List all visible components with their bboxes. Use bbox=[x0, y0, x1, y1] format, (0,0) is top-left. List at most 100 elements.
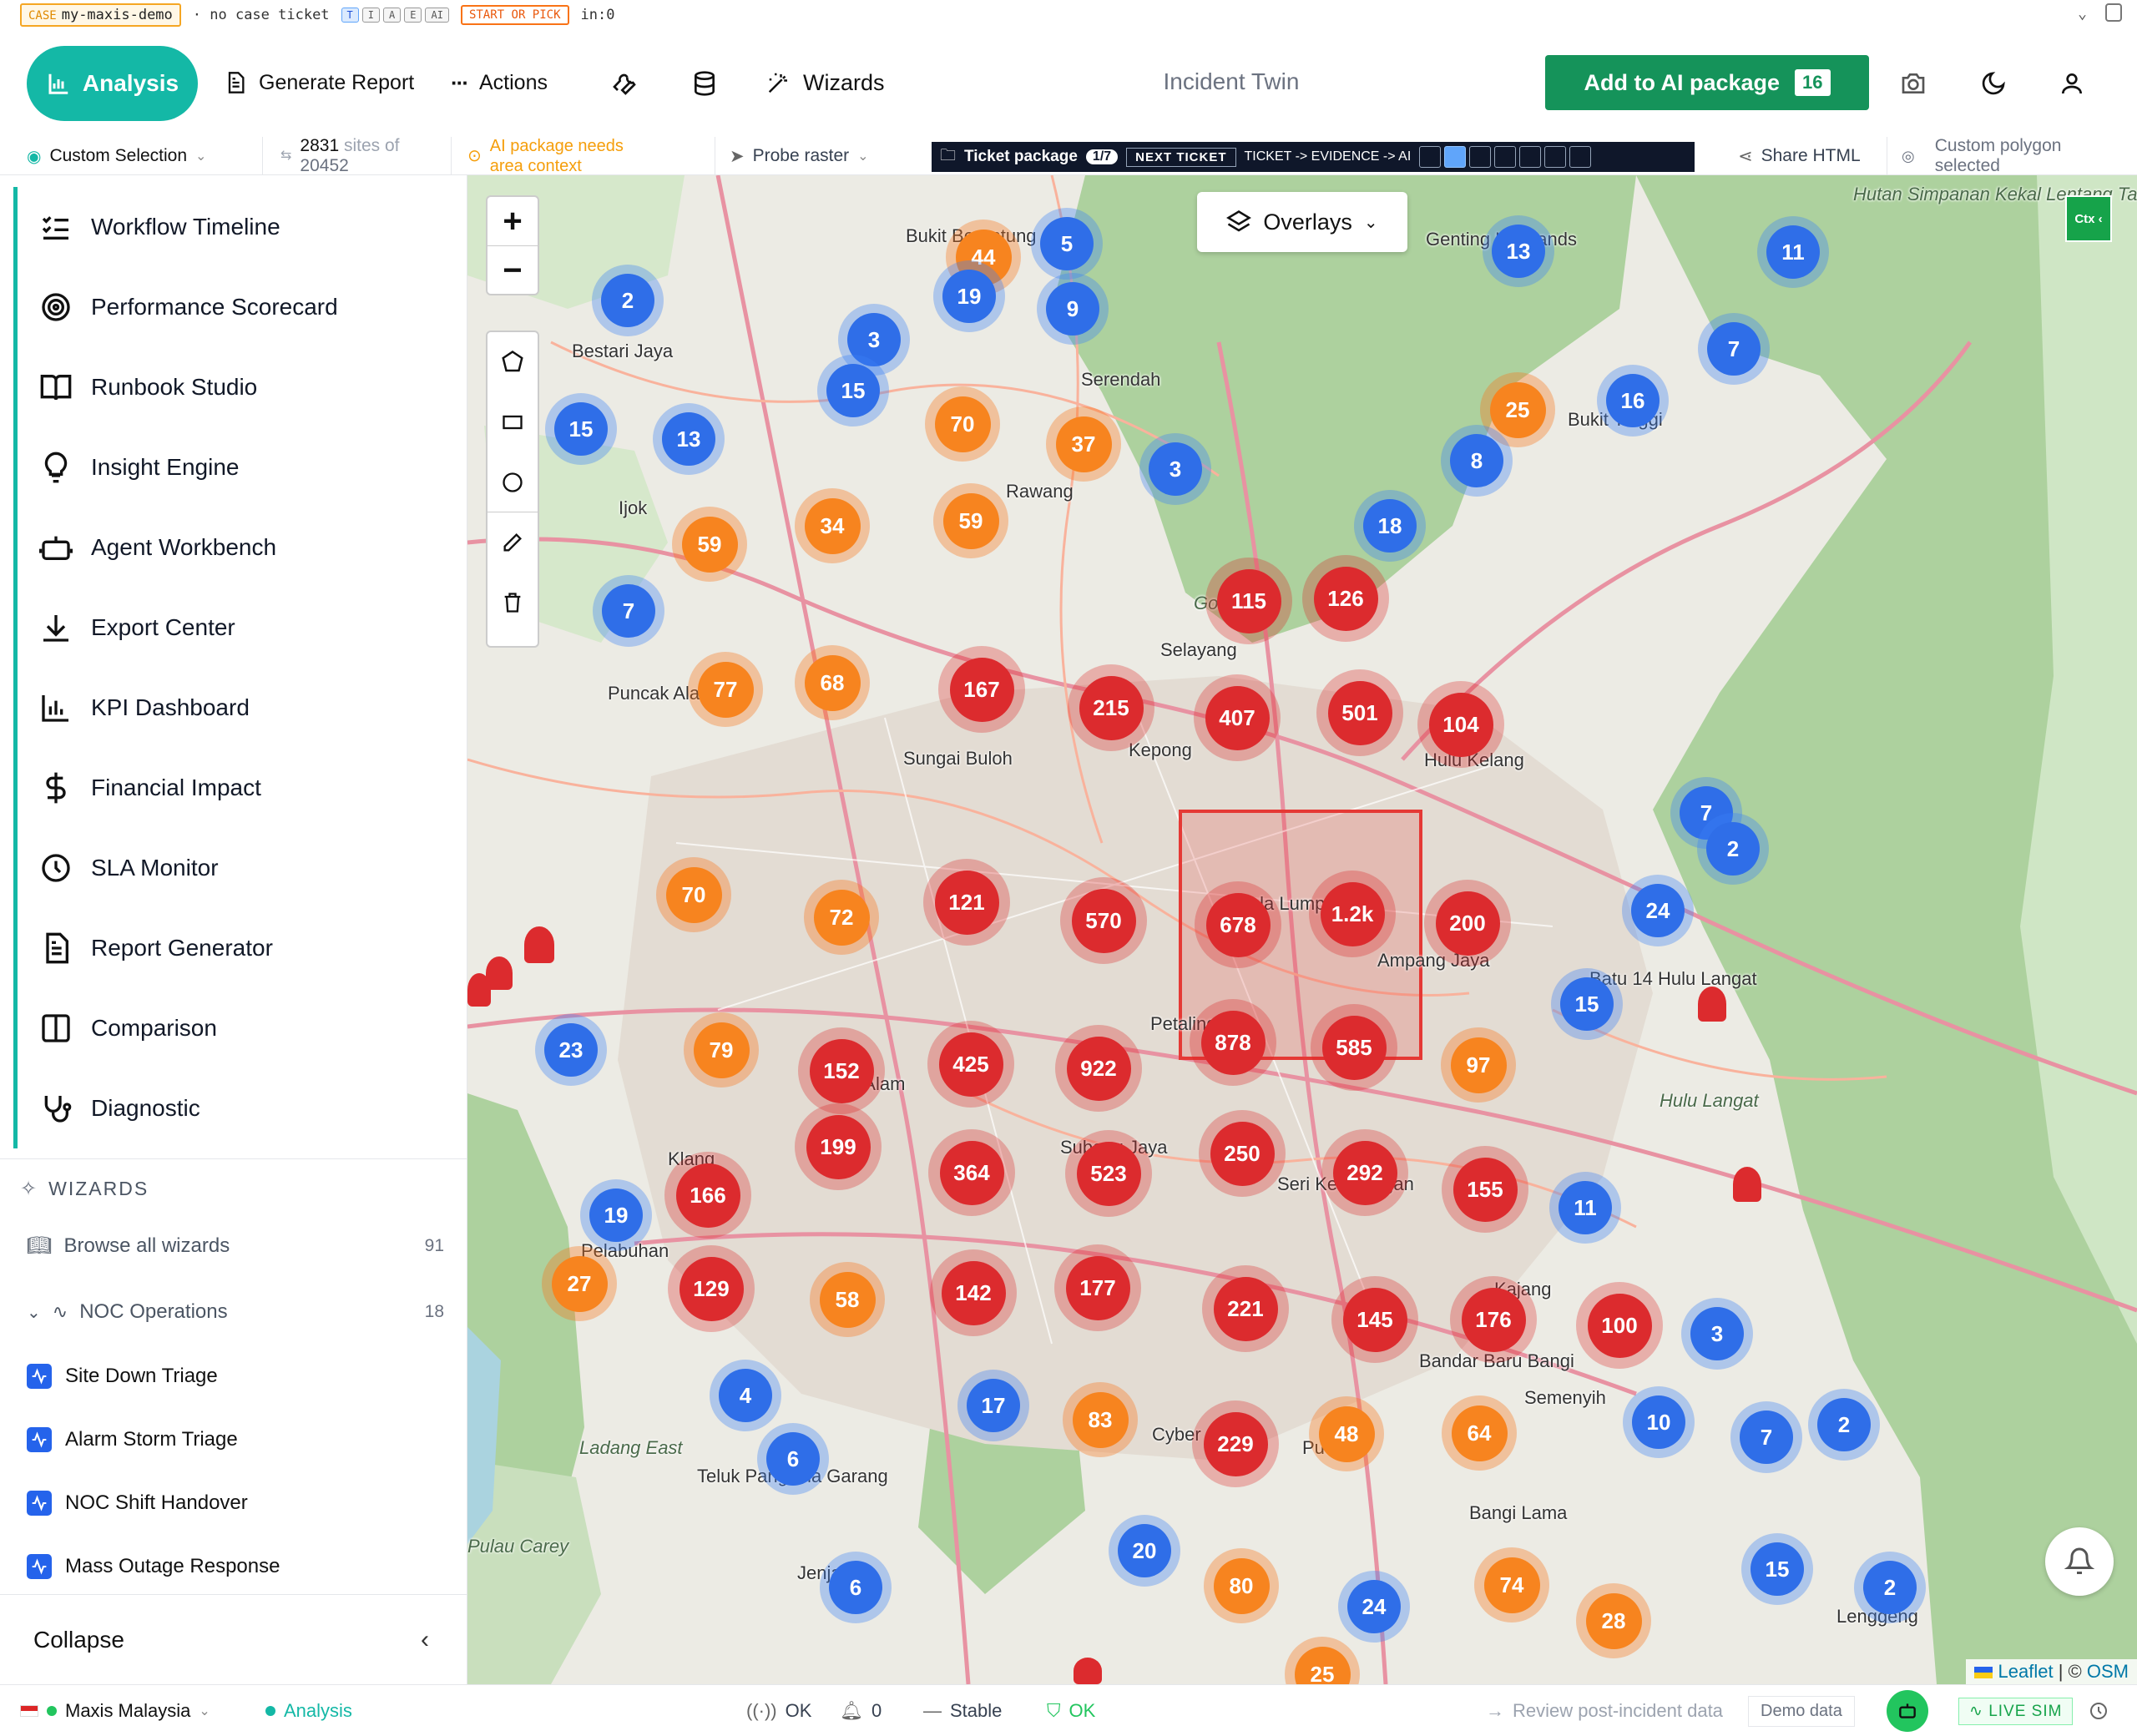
cluster-marker[interactable]: 72 bbox=[804, 880, 879, 955]
cluster-marker[interactable]: 6 bbox=[820, 1552, 892, 1623]
cluster-marker[interactable]: 364 bbox=[928, 1129, 1015, 1216]
cluster-marker[interactable]: 129 bbox=[668, 1245, 755, 1332]
assistant-bot-button[interactable] bbox=[1887, 1685, 1928, 1736]
cluster-marker[interactable]: 176 bbox=[1450, 1276, 1537, 1363]
cluster-marker[interactable]: 48 bbox=[1309, 1396, 1384, 1471]
cluster-marker[interactable]: 155 bbox=[1442, 1146, 1528, 1233]
alarm-marker-icon[interactable] bbox=[467, 973, 491, 1007]
cluster-marker[interactable]: 15 bbox=[1741, 1533, 1813, 1605]
cluster-marker[interactable]: 59 bbox=[672, 507, 747, 582]
wizard-site-down-triage[interactable]: Site Down Triage bbox=[27, 1364, 218, 1389]
cluster-marker[interactable]: 104 bbox=[1417, 681, 1504, 768]
panel-icon[interactable] bbox=[1494, 146, 1517, 168]
noc-operations-group[interactable]: ⌄ ∿ NOC Operations 18 bbox=[27, 1300, 444, 1324]
zoom-in-button[interactable]: + bbox=[488, 197, 538, 246]
alarm-marker-icon[interactable] bbox=[1074, 1658, 1102, 1684]
cluster-marker[interactable]: 9 bbox=[1037, 273, 1109, 345]
sidebar-item-performance-scorecard[interactable]: Performance Scorecard bbox=[13, 267, 467, 347]
cluster-marker[interactable]: 4 bbox=[710, 1360, 781, 1431]
clock-icon[interactable] bbox=[2089, 1685, 2109, 1736]
leaflet-link[interactable]: Leaflet bbox=[1998, 1661, 2054, 1682]
alerts-status[interactable]: 🔔︎ 0 bbox=[840, 1685, 882, 1736]
clipboard-icon[interactable] bbox=[1419, 146, 1442, 168]
cluster-marker[interactable]: 18 bbox=[1354, 490, 1426, 562]
draw-circle-icon[interactable] bbox=[488, 452, 538, 512]
alarm-marker-icon[interactable] bbox=[1733, 1167, 1761, 1202]
cluster-marker[interactable]: 13 bbox=[653, 403, 725, 475]
cluster-marker[interactable]: 425 bbox=[927, 1021, 1014, 1108]
cluster-marker[interactable]: 142 bbox=[930, 1249, 1017, 1336]
sidebar-item-export-center[interactable]: Export Center bbox=[13, 588, 467, 668]
wizards-button[interactable]: Wizards bbox=[766, 59, 885, 106]
cluster-marker[interactable]: 68 bbox=[795, 645, 870, 720]
cluster-marker[interactable]: 199 bbox=[795, 1103, 882, 1190]
bell-icon[interactable] bbox=[2045, 1527, 2114, 1596]
map-view[interactable]: Bukit BeruntungBestari JayaSerendahRawan… bbox=[467, 175, 2137, 1684]
sidebar-item-runbook-studio[interactable]: Runbook Studio bbox=[13, 347, 467, 427]
cluster-marker[interactable]: 17 bbox=[957, 1370, 1029, 1441]
cluster-marker[interactable]: 24 bbox=[1338, 1571, 1410, 1643]
cluster-marker[interactable]: 15 bbox=[817, 355, 889, 426]
cluster-marker[interactable]: 292 bbox=[1321, 1129, 1408, 1216]
cluster-marker[interactable]: 19 bbox=[580, 1179, 652, 1251]
cluster-marker[interactable]: 20 bbox=[1109, 1515, 1180, 1587]
wizard-mass-outage-response[interactable]: Mass Outage Response bbox=[27, 1554, 280, 1579]
zoom-out-button[interactable]: − bbox=[488, 246, 538, 295]
sidebar-item-comparison[interactable]: Comparison bbox=[13, 988, 467, 1068]
add-to-ai-package-button[interactable]: Add to AI package 16 bbox=[1545, 55, 1869, 110]
sidebar-item-agent-workbench[interactable]: Agent Workbench bbox=[13, 507, 467, 588]
cluster-marker[interactable]: 11 bbox=[1757, 216, 1829, 288]
start-or-pick-button[interactable]: START OR PICK bbox=[460, 5, 569, 25]
cluster-marker[interactable]: 126 bbox=[1302, 555, 1389, 642]
cluster-marker[interactable]: 19 bbox=[933, 260, 1005, 332]
cluster-marker[interactable]: 10 bbox=[1623, 1386, 1695, 1458]
cluster-marker[interactable]: 70 bbox=[656, 857, 731, 932]
cluster-marker[interactable]: 8 bbox=[1441, 425, 1513, 497]
key-toggle-e[interactable]: E bbox=[404, 8, 422, 23]
cluster-marker[interactable]: 250 bbox=[1199, 1110, 1286, 1197]
collapse-sidebar-button[interactable]: Collapse ‹ bbox=[0, 1594, 467, 1684]
cluster-marker[interactable]: 2 bbox=[1854, 1552, 1926, 1623]
key-toggle-a[interactable]: A bbox=[383, 8, 402, 23]
cluster-marker[interactable]: 100 bbox=[1576, 1282, 1663, 1369]
cluster-marker[interactable]: 7 bbox=[1730, 1401, 1802, 1473]
browse-all-wizards-link[interactable]: 📖︎ Browse all wizards 91 bbox=[27, 1234, 444, 1258]
cluster-marker[interactable]: 152 bbox=[798, 1027, 885, 1114]
cluster-marker[interactable]: 115 bbox=[1205, 558, 1292, 644]
cluster-marker[interactable]: 24 bbox=[1622, 875, 1694, 946]
cluster-marker[interactable]: 13 bbox=[1483, 215, 1554, 287]
cluster-marker[interactable]: 70 bbox=[925, 386, 1000, 462]
cluster-marker[interactable]: 7 bbox=[1698, 313, 1770, 385]
cluster-marker[interactable]: 166 bbox=[664, 1152, 751, 1239]
sidebar-item-sla-monitor[interactable]: SLA Monitor bbox=[13, 828, 467, 908]
alarm-marker-icon[interactable] bbox=[1698, 987, 1726, 1022]
cluster-marker[interactable]: 77 bbox=[688, 652, 763, 727]
review-post-incident-link[interactable]: → Review post-incident data bbox=[1486, 1685, 1723, 1736]
key-toggle-t[interactable]: T bbox=[341, 8, 359, 23]
wizard-alarm-storm-triage[interactable]: Alarm Storm Triage bbox=[27, 1427, 238, 1452]
context-panel-toggle[interactable]: Ctx ‹ bbox=[2065, 195, 2112, 242]
cluster-marker[interactable]: 678 bbox=[1195, 881, 1281, 968]
cluster-marker[interactable]: 221 bbox=[1202, 1265, 1289, 1352]
cluster-marker[interactable]: 15 bbox=[545, 393, 617, 465]
draw-polygon-icon[interactable] bbox=[488, 332, 538, 392]
region-selector[interactable]: Maxis Malaysia ⌄ bbox=[20, 1685, 210, 1736]
cluster-marker[interactable]: 6 bbox=[757, 1423, 829, 1495]
key-toggle-ai[interactable]: AI bbox=[425, 8, 449, 23]
trash-icon[interactable] bbox=[488, 573, 538, 633]
cluster-marker[interactable]: 79 bbox=[684, 1012, 759, 1088]
sidebar-item-insight-engine[interactable]: Insight Engine bbox=[13, 427, 467, 507]
cluster-marker[interactable]: 229 bbox=[1192, 1400, 1279, 1487]
cluster-marker[interactable]: 27 bbox=[542, 1246, 617, 1321]
cluster-marker[interactable]: 74 bbox=[1474, 1547, 1549, 1622]
alarm-marker-icon[interactable] bbox=[524, 926, 554, 963]
cluster-marker[interactable]: 64 bbox=[1442, 1395, 1517, 1471]
cluster-marker[interactable]: 97 bbox=[1441, 1027, 1516, 1103]
probe-raster-dropdown[interactable]: ➤ Probe raster ⌄ bbox=[730, 137, 869, 175]
cluster-marker[interactable]: 3 bbox=[1139, 433, 1211, 505]
cluster-marker[interactable]: 585 bbox=[1311, 1004, 1397, 1091]
cluster-marker[interactable]: 501 bbox=[1316, 669, 1403, 756]
cluster-marker[interactable]: 922 bbox=[1055, 1025, 1142, 1112]
cluster-marker[interactable]: 407 bbox=[1194, 674, 1281, 761]
cluster-marker[interactable]: 878 bbox=[1190, 999, 1276, 1086]
